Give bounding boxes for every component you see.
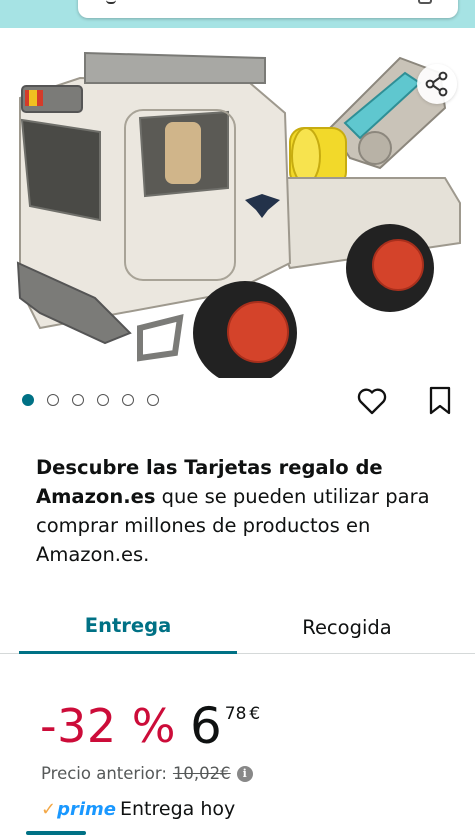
carousel-dot[interactable]	[22, 394, 34, 406]
delivery-text: Entrega hoy	[120, 798, 236, 820]
search-input[interactable]	[78, 0, 458, 18]
search-icon	[106, 0, 116, 4]
save-button[interactable]	[427, 386, 453, 416]
previous-price-value: 10,02€	[172, 764, 231, 783]
heart-icon	[357, 388, 387, 415]
discount-badge: -32 %	[40, 699, 176, 753]
price-fraction: 78	[224, 704, 247, 724]
tab-recogida[interactable]: Recogida	[238, 600, 456, 654]
prime-delivery: ✓ prime Entrega hoy	[41, 798, 235, 820]
delivery-tabs: Entrega Recogida	[0, 600, 475, 654]
wishlist-button[interactable]	[356, 386, 388, 416]
carousel-dot[interactable]	[122, 394, 134, 406]
price-currency: €	[249, 704, 261, 724]
bottom-accent	[26, 831, 86, 835]
price-block: -32 % 6 78 €	[40, 694, 260, 758]
tab-entrega[interactable]: Entrega	[19, 600, 237, 654]
carousel-dot[interactable]	[147, 394, 159, 406]
toy-truck-image	[16, 51, 461, 385]
camera-icon[interactable]	[418, 0, 432, 4]
prime-logo: prime	[57, 798, 116, 820]
previous-price: Precio anterior: 10,02€ i	[41, 764, 253, 783]
carousel-indicators[interactable]	[22, 394, 159, 406]
carousel-dot[interactable]	[72, 394, 84, 406]
share-button[interactable]	[417, 64, 457, 104]
gift-card-promo[interactable]: Descubre las Tarjetas regalo de Amazon.e…	[36, 453, 446, 569]
info-icon[interactable]: i	[236, 765, 253, 782]
bookmark-icon	[429, 386, 451, 415]
previous-price-label: Precio anterior:	[41, 764, 167, 783]
product-image[interactable]	[0, 28, 475, 385]
carousel-dot[interactable]	[47, 394, 59, 406]
share-icon	[425, 71, 448, 97]
carousel-dot[interactable]	[97, 394, 109, 406]
price-whole: 6	[189, 697, 222, 755]
prime-check-icon: ✓	[41, 798, 57, 820]
header-bar	[0, 0, 475, 28]
